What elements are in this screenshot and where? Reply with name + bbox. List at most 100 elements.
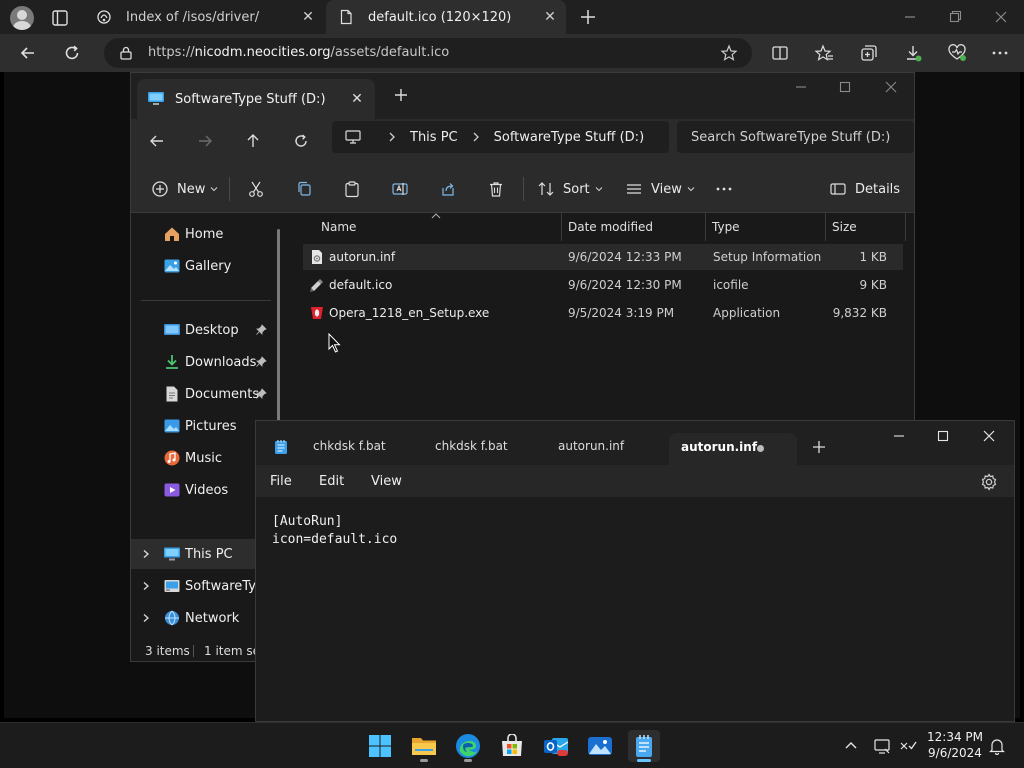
taskbar-file-explorer[interactable]: [408, 730, 440, 762]
sidebar-item-downloads[interactable]: Downloads: [131, 347, 289, 377]
favorites-icon[interactable]: [814, 43, 834, 63]
more-options-icon[interactable]: [990, 43, 1010, 63]
close-window-icon[interactable]: [883, 79, 899, 95]
details-button[interactable]: Details: [829, 179, 900, 199]
copy-button[interactable]: [295, 179, 313, 199]
display-icon[interactable]: [873, 737, 891, 755]
browser-tab-index[interactable]: Index of /isos/driver/ ✕: [84, 0, 324, 34]
taskbar-notepad[interactable]: [628, 730, 660, 762]
sort-button[interactable]: Sort: [537, 179, 603, 199]
close-tab-icon[interactable]: ✕: [347, 91, 367, 107]
notepad-text-area[interactable]: [AutoRun] icon=default.ico: [256, 497, 1014, 721]
new-tab-icon[interactable]: [812, 440, 826, 454]
taskbar-edge[interactable]: [452, 730, 484, 762]
taskbar-outlook[interactable]: [540, 730, 572, 762]
sidebar-divider: [141, 300, 271, 301]
chevron-right-icon[interactable]: [470, 131, 482, 143]
restore-icon[interactable]: [945, 8, 965, 26]
explorer-tab[interactable]: SoftwareType Stuff (D:) ✕: [137, 79, 375, 119]
chevron-right-icon[interactable]: [141, 581, 151, 591]
outlook-icon: [544, 738, 569, 756]
new-tab-icon[interactable]: [393, 87, 409, 103]
file-row-default-ico[interactable]: default.ico 9/6/2024 12:30 PM icofile 9 …: [303, 272, 903, 298]
maximize-icon[interactable]: [936, 429, 950, 443]
pin-icon[interactable]: [255, 356, 267, 368]
close-tab-icon[interactable]: ✕: [298, 9, 318, 25]
favorite-star-icon[interactable]: [720, 44, 738, 62]
chevron-right-icon[interactable]: [386, 131, 398, 143]
rename-button[interactable]: [391, 179, 409, 199]
column-header-date[interactable]: Date modified: [562, 213, 706, 241]
start-button[interactable]: [364, 730, 396, 762]
back-icon[interactable]: [148, 132, 166, 150]
pin-icon[interactable]: [255, 324, 267, 336]
desktop-icon: [163, 321, 181, 339]
refresh-icon[interactable]: [292, 132, 310, 150]
unsaved-dot-icon[interactable]: [757, 445, 764, 452]
notepad-tab-chkdsk-1[interactable]: chkdsk f.bat: [313, 439, 386, 453]
system-clock[interactable]: 12:34 PM 9/6/2024: [924, 729, 986, 761]
forward-icon[interactable]: [196, 132, 214, 150]
menu-file[interactable]: File: [270, 474, 292, 489]
view-button[interactable]: View: [625, 179, 695, 199]
up-icon[interactable]: [244, 132, 262, 150]
sidebar-item-home[interactable]: Home: [131, 219, 289, 249]
share-button[interactable]: [439, 179, 457, 199]
item-count: 3 items: [145, 644, 190, 658]
collections-icon[interactable]: [859, 43, 879, 63]
sidebar-item-desktop[interactable]: Desktop: [131, 315, 289, 345]
column-header-type[interactable]: Type: [706, 213, 826, 241]
minimize-icon[interactable]: [793, 79, 809, 95]
close-tab-icon[interactable]: ✕: [540, 9, 560, 25]
breadcrumb-this-pc[interactable]: This PC: [410, 130, 458, 145]
sidebar-scrollbar[interactable]: [277, 229, 280, 429]
menu-edit[interactable]: Edit: [319, 474, 344, 489]
close-window-icon[interactable]: [982, 429, 996, 443]
url-field[interactable]: https://nicodm.neocities.org/assets/defa…: [104, 38, 752, 68]
settings-gear-icon[interactable]: [980, 473, 998, 491]
close-window-icon[interactable]: [991, 8, 1011, 26]
show-hidden-icons-chevron-up-icon[interactable]: [842, 737, 860, 755]
minimize-icon[interactable]: [900, 8, 920, 26]
downloads-icon[interactable]: [903, 43, 923, 63]
tab-actions-icon[interactable]: [50, 8, 70, 28]
sidebar-item-documents[interactable]: Documents: [131, 379, 289, 409]
split-screen-icon[interactable]: [770, 43, 790, 63]
notification-bell-icon[interactable]: [988, 737, 1006, 755]
column-header-size[interactable]: Size: [826, 213, 906, 241]
browser-tab-default-ico[interactable]: default.ico (120×120) ✕: [326, 0, 566, 34]
paste-button[interactable]: [343, 179, 361, 199]
file-row-autorun[interactable]: autorun.inf 9/6/2024 12:33 PM Setup Info…: [303, 244, 903, 270]
explorer-nav-bar: This PC SoftwareType Stuff (D:) Search S…: [131, 119, 914, 163]
notepad-tab-chkdsk-2[interactable]: chkdsk f.bat: [435, 439, 508, 453]
lock-icon[interactable]: [118, 45, 134, 61]
profile-avatar[interactable]: [10, 6, 34, 30]
taskbar-photos[interactable]: [584, 730, 616, 762]
sidebar-item-gallery[interactable]: Gallery: [131, 251, 289, 281]
sidebar-item-label: Gallery: [185, 258, 232, 274]
taskbar-store[interactable]: [496, 730, 528, 762]
chevron-right-icon[interactable]: [141, 613, 151, 623]
new-tab-icon[interactable]: [578, 7, 598, 27]
refresh-icon[interactable]: [62, 43, 82, 63]
browser-essentials-icon[interactable]: [947, 43, 967, 63]
new-button[interactable]: New: [151, 179, 218, 199]
menu-view[interactable]: View: [371, 474, 402, 489]
column-header-name[interactable]: Name: [315, 213, 562, 241]
network-status-icon[interactable]: [899, 737, 917, 755]
cut-button[interactable]: [247, 179, 265, 199]
notepad-tab-autorun-1[interactable]: autorun.inf: [558, 439, 624, 453]
pin-icon[interactable]: [255, 388, 267, 400]
breadcrumb-drive[interactable]: SoftwareType Stuff (D:): [494, 130, 645, 145]
minimize-icon[interactable]: [892, 429, 906, 443]
file-row-opera-setup[interactable]: Opera_1218_en_Setup.exe 9/5/2024 3:19 PM…: [303, 300, 903, 326]
maximize-icon[interactable]: [837, 79, 853, 95]
chevron-right-icon[interactable]: [141, 549, 151, 559]
delete-button[interactable]: [487, 179, 505, 199]
more-options-button[interactable]: [715, 179, 733, 199]
breadcrumb[interactable]: This PC SoftwareType Stuff (D:): [332, 121, 669, 153]
search-input[interactable]: Search SoftwareType Stuff (D:): [677, 121, 914, 153]
sidebar-item-label: Documents: [185, 386, 260, 402]
notepad-tab-autorun-active[interactable]: autorun.inf: [669, 433, 797, 465]
back-icon[interactable]: [18, 43, 38, 63]
